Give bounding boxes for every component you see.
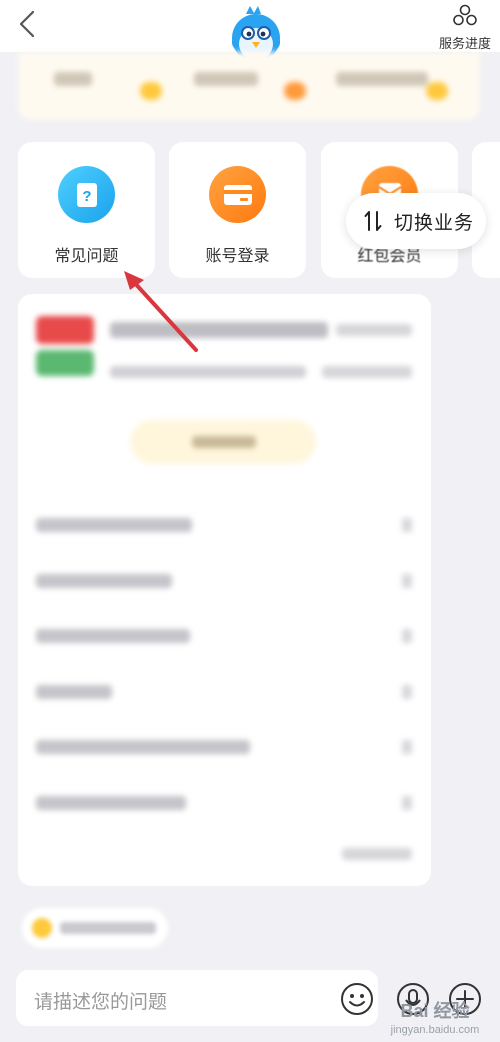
service-progress-label: 服务进度 <box>438 36 491 51</box>
chevron-left-icon <box>19 10 35 38</box>
question-input[interactable]: 请描述您的问题 <box>16 970 378 1026</box>
swap-arrows-icon <box>364 211 382 231</box>
quick-tag-chip[interactable] <box>22 908 168 948</box>
watermark-sub: jingyan.baidu.com <box>390 1024 480 1037</box>
top-bar: 服务进度 <box>0 0 500 62</box>
question-input-placeholder: 请描述您的问题 <box>34 992 168 1013</box>
question-doc-icon: ? <box>58 166 115 223</box>
progress-nodes-icon <box>453 4 477 26</box>
back-button[interactable] <box>12 8 42 40</box>
switch-business-label: 切换业务 <box>394 212 475 234</box>
card-account-login[interactable]: 账号登录 <box>169 142 306 278</box>
watermark: Bai 经验 jingyan.baidu.com <box>372 1000 498 1038</box>
promo-banner[interactable] <box>18 52 480 120</box>
emoji-icon[interactable] <box>340 982 374 1016</box>
svg-text:?: ? <box>82 188 91 205</box>
annotation-arrow <box>124 271 198 352</box>
watermark-main: Bai 经验 <box>400 1001 470 1021</box>
service-progress-button[interactable]: 服务进度 <box>434 2 496 51</box>
card-faq[interactable]: ? 常见问题 <box>18 142 155 278</box>
switch-business-button[interactable]: 切换业务 <box>346 193 486 249</box>
card-icon <box>209 166 266 223</box>
faq-panel <box>18 294 431 886</box>
